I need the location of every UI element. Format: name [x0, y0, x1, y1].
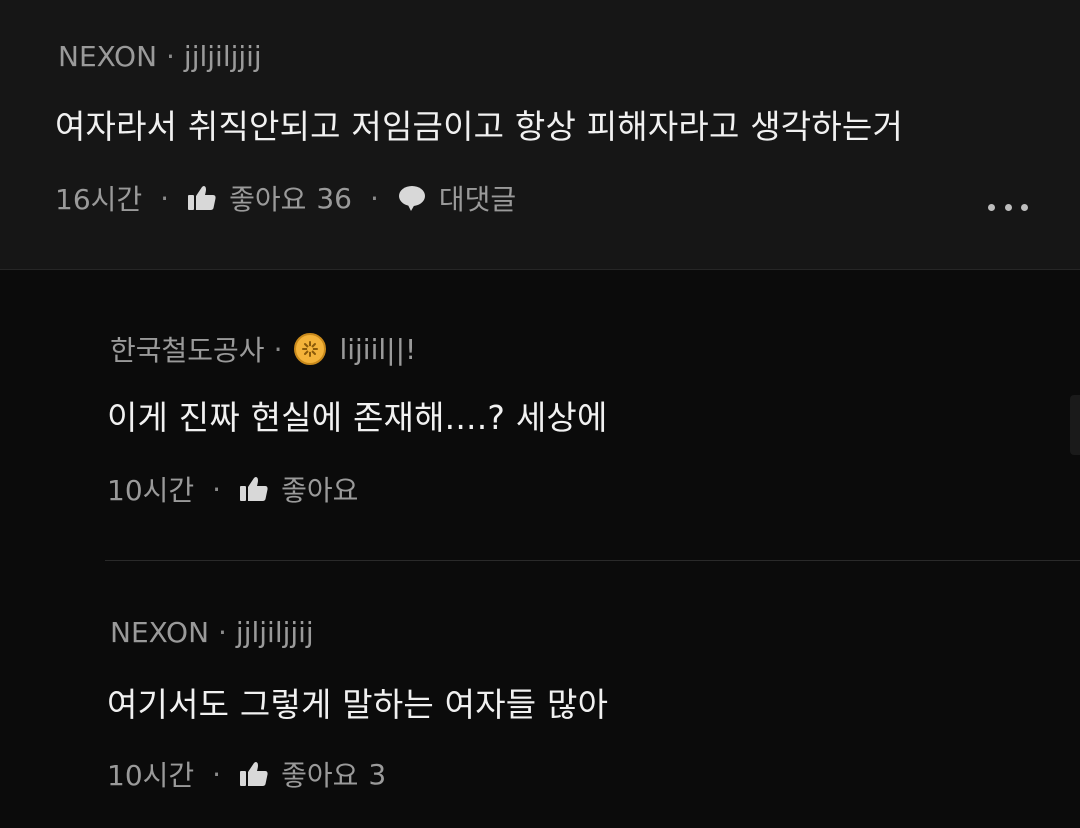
like-button[interactable]: 좋아요: [281, 754, 358, 794]
comment-text: 이게 진짜 현실에 존재해....? 세상에: [107, 398, 608, 437]
more-dot: [988, 203, 995, 211]
timestamp: 10시간: [107, 759, 195, 792]
author-name[interactable]: NEXON: [110, 616, 209, 649]
separator-dot: ·: [218, 616, 227, 649]
thumbs-up-icon[interactable]: [187, 184, 217, 212]
comment-meta: 10시간 · 좋아요: [107, 469, 358, 509]
comment-meta: 16시간 · 좋아요 36 · 대댓글: [55, 178, 516, 218]
like-count: 36: [316, 181, 352, 215]
thumbs-up-icon[interactable]: [239, 760, 269, 788]
comment-header: 한국철도공사 · lijiil||!: [110, 329, 416, 369]
separator-dot: ·: [212, 472, 222, 506]
reply-button[interactable]: 대댓글: [439, 178, 516, 218]
like-button[interactable]: 좋아요: [229, 178, 306, 218]
username[interactable]: jjljiljjij: [184, 40, 262, 73]
separator-dot: ·: [369, 181, 379, 215]
comment-header: NEXON · jjljiljjij: [110, 616, 314, 649]
scrollbar-hint: [1070, 395, 1080, 455]
separator-dot: ·: [160, 181, 170, 215]
thumbs-up-icon[interactable]: [239, 475, 269, 503]
comment-text: 여자라서 취직안되고 저임금이고 항상 피해자라고 생각하는거: [55, 107, 904, 146]
more-dot: [1004, 203, 1012, 211]
gold-sun-badge-icon: [293, 332, 327, 366]
timestamp: 10시간: [107, 474, 195, 507]
timestamp: 16시간: [55, 183, 143, 216]
separator-dot: ·: [212, 757, 222, 791]
author-name[interactable]: 한국철도공사: [110, 329, 265, 369]
comment-meta: 10시간 · 좋아요 3: [107, 754, 386, 794]
comment-item: NEXON · jjljiljjij 여자라서 취직안되고 저임금이고 항상 피…: [0, 0, 1080, 270]
like-count: 3: [368, 757, 387, 791]
comment-header: NEXON · jjljiljjij: [58, 40, 262, 73]
separator-dot: ·: [166, 40, 175, 73]
username[interactable]: jjljiljjij: [236, 616, 314, 649]
separator-dot: ·: [273, 332, 283, 366]
comment-text: 여기서도 그렇게 말하는 여자들 많아: [107, 685, 609, 724]
like-button[interactable]: 좋아요: [281, 469, 358, 509]
speech-bubble-icon[interactable]: [397, 184, 427, 212]
more-options-button[interactable]: [988, 195, 1028, 219]
author-name[interactable]: NEXON: [58, 40, 157, 73]
reply-item: NEXON · jjljiljjij 여기서도 그렇게 말하는 여자들 많아 1…: [0, 561, 1080, 828]
username[interactable]: lijiil||!: [339, 333, 416, 366]
reply-item: 한국철도공사 · lijiil||! 이게 진짜 현실에 존재해....? 세상…: [0, 271, 1080, 561]
more-dot: [1021, 203, 1028, 211]
